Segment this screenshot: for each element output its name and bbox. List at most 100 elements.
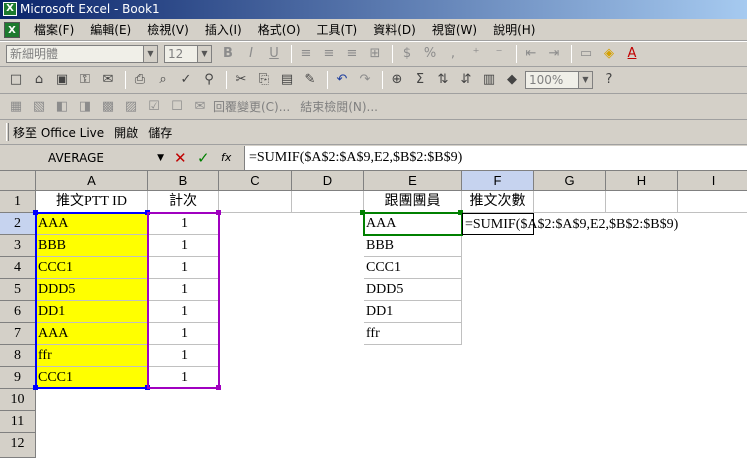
cell-a6[interactable]: DD1 bbox=[36, 301, 148, 323]
cell-i1[interactable] bbox=[678, 191, 747, 213]
undo-icon[interactable]: ↶ bbox=[332, 70, 352, 90]
cell-a9[interactable]: CCC1 bbox=[36, 367, 148, 389]
help-icon[interactable]: ? bbox=[599, 70, 619, 90]
chevron-down-icon[interactable]: ▼ bbox=[578, 72, 592, 88]
enter-icon[interactable]: ✓ bbox=[197, 148, 213, 168]
cell-e2[interactable]: AAA bbox=[364, 213, 462, 235]
end-review-button[interactable]: 結束檢閱(N)... bbox=[300, 98, 378, 115]
goto-office-live-button[interactable]: 移至 Office Live bbox=[13, 124, 104, 141]
increase-indent-icon[interactable]: ⇥ bbox=[544, 44, 564, 64]
autosum-button[interactable]: Σ bbox=[410, 70, 430, 90]
column-header-e[interactable]: E bbox=[364, 171, 462, 191]
cell-a7[interactable]: AAA bbox=[36, 323, 148, 345]
sort-ascending-icon[interactable]: ⇅ bbox=[433, 70, 453, 90]
cancel-icon[interactable]: ✕ bbox=[174, 148, 190, 168]
spelling-icon[interactable]: ✓ bbox=[176, 70, 196, 90]
underline-button[interactable]: U bbox=[264, 44, 284, 64]
open-menu-button[interactable]: 開啟 bbox=[114, 124, 138, 141]
row-header-9[interactable]: 9 bbox=[0, 367, 36, 389]
row-header-10[interactable]: 10 bbox=[0, 389, 36, 411]
copy-icon[interactable]: ⎘ bbox=[254, 70, 274, 90]
chevron-down-icon[interactable]: ▼ bbox=[157, 148, 164, 168]
cell-b4[interactable]: 1 bbox=[148, 257, 219, 279]
cell-b3[interactable]: 1 bbox=[148, 235, 219, 257]
range-handle[interactable] bbox=[360, 210, 365, 215]
workbook-icon[interactable]: X bbox=[4, 21, 20, 38]
cell-a2[interactable]: AAA bbox=[36, 213, 148, 235]
save-menu-button[interactable]: 儲存 bbox=[148, 124, 172, 141]
select-all-corner[interactable] bbox=[0, 171, 36, 191]
menu-format[interactable]: 格式(O) bbox=[250, 20, 309, 40]
show-comments-icon[interactable]: ▩ bbox=[98, 97, 118, 117]
column-header-b[interactable]: B bbox=[148, 171, 219, 191]
column-header-g[interactable]: G bbox=[534, 171, 606, 191]
column-header-c[interactable]: C bbox=[219, 171, 292, 191]
cell-e6[interactable]: DD1 bbox=[364, 301, 462, 323]
bold-button[interactable]: B bbox=[218, 44, 238, 64]
cell-g1[interactable] bbox=[534, 191, 606, 213]
formula-input[interactable]: =SUMIF($A$2:$A$9,E2,$B$2:$B$9) bbox=[244, 146, 747, 170]
cell-d1[interactable] bbox=[292, 191, 364, 213]
cell-b2[interactable]: 1 bbox=[148, 213, 219, 235]
delete-comment-icon[interactable]: ▨ bbox=[121, 97, 141, 117]
cell-c1[interactable] bbox=[219, 191, 292, 213]
hyperlink-icon[interactable]: ⊕ bbox=[387, 70, 407, 90]
toolbar-grip[interactable] bbox=[6, 123, 9, 141]
menu-view[interactable]: 檢視(V) bbox=[139, 20, 197, 40]
redo-icon[interactable]: ↷ bbox=[355, 70, 375, 90]
mail-recipient-icon[interactable]: ✉ bbox=[190, 97, 210, 117]
cell-b9[interactable]: 1 bbox=[148, 367, 219, 389]
comma-style-icon[interactable]: , bbox=[443, 44, 463, 64]
cell-a8[interactable]: ffr bbox=[36, 345, 148, 367]
currency-button[interactable]: $ bbox=[397, 44, 417, 64]
fill-color-icon[interactable]: ◈ bbox=[599, 44, 619, 64]
cell-a4[interactable]: CCC1 bbox=[36, 257, 148, 279]
cell-b6[interactable]: 1 bbox=[148, 301, 219, 323]
row-header-1[interactable]: 1 bbox=[0, 191, 36, 213]
decrease-indent-icon[interactable]: ⇤ bbox=[521, 44, 541, 64]
chevron-down-icon[interactable]: ▼ bbox=[143, 46, 157, 62]
cell-b5[interactable]: 1 bbox=[148, 279, 219, 301]
menu-help[interactable]: 說明(H) bbox=[485, 20, 543, 40]
row-header-7[interactable]: 7 bbox=[0, 323, 36, 345]
cell-e3[interactable]: BBB bbox=[364, 235, 462, 257]
menu-tools[interactable]: 工具(T) bbox=[309, 20, 366, 40]
menu-insert[interactable]: 插入(I) bbox=[197, 20, 250, 40]
decrease-decimal-icon[interactable]: ⁻ bbox=[489, 44, 509, 64]
column-header-a[interactable]: A bbox=[36, 171, 148, 191]
menu-window[interactable]: 視窗(W) bbox=[424, 20, 485, 40]
column-header-d[interactable]: D bbox=[292, 171, 364, 191]
cell-b1[interactable]: 計次 bbox=[148, 191, 219, 213]
comment-next-icon[interactable]: ◨ bbox=[75, 97, 95, 117]
cell-e1[interactable]: 跟團團員 bbox=[364, 191, 462, 213]
zoom-combo[interactable]: 100% ▼ bbox=[525, 71, 593, 89]
comment-prev-icon[interactable]: ◧ bbox=[52, 97, 72, 117]
chart-wizard-icon[interactable]: ▥ bbox=[479, 70, 499, 90]
column-header-h[interactable]: H bbox=[606, 171, 678, 191]
borders-icon[interactable]: ▭ bbox=[576, 44, 596, 64]
italic-button[interactable]: I bbox=[241, 44, 261, 64]
range-handle[interactable] bbox=[145, 385, 150, 390]
align-center-icon[interactable]: ≡ bbox=[319, 44, 339, 64]
chevron-down-icon[interactable]: ▼ bbox=[197, 46, 211, 62]
cell-a5[interactable]: DDD5 bbox=[36, 279, 148, 301]
comment-icon[interactable]: ▧ bbox=[29, 97, 49, 117]
menu-file[interactable]: 檔案(F) bbox=[26, 20, 82, 40]
format-painter-icon[interactable]: ✎ bbox=[300, 70, 320, 90]
cell-f2-editing[interactable]: =SUMIF($A$2:$A$9,E2,$B$2:$B$9) bbox=[462, 213, 678, 235]
reply-with-changes-button[interactable]: 回覆變更(C)... bbox=[213, 98, 290, 115]
worksheet-grid[interactable]: A B C D E F G H I 1 2 3 4 5 6 7 8 9 10 1… bbox=[0, 171, 747, 458]
cell-a1[interactable]: 推文PTT ID bbox=[36, 191, 148, 213]
cell-e5[interactable]: DDD5 bbox=[364, 279, 462, 301]
cell-f1[interactable]: 推文次數 bbox=[462, 191, 534, 213]
merge-center-icon[interactable]: ⊞ bbox=[365, 44, 385, 64]
range-handle[interactable] bbox=[145, 210, 150, 215]
column-header-i[interactable]: I bbox=[678, 171, 747, 191]
row-header-12[interactable]: 12 bbox=[0, 433, 36, 458]
menu-edit[interactable]: 編輯(E) bbox=[82, 20, 139, 40]
cell-h1[interactable] bbox=[606, 191, 678, 213]
range-handle[interactable] bbox=[33, 210, 38, 215]
new-icon[interactable]: □ bbox=[6, 70, 26, 90]
open-icon[interactable]: ⌂ bbox=[29, 70, 49, 90]
email-icon[interactable]: ✉ bbox=[98, 70, 118, 90]
